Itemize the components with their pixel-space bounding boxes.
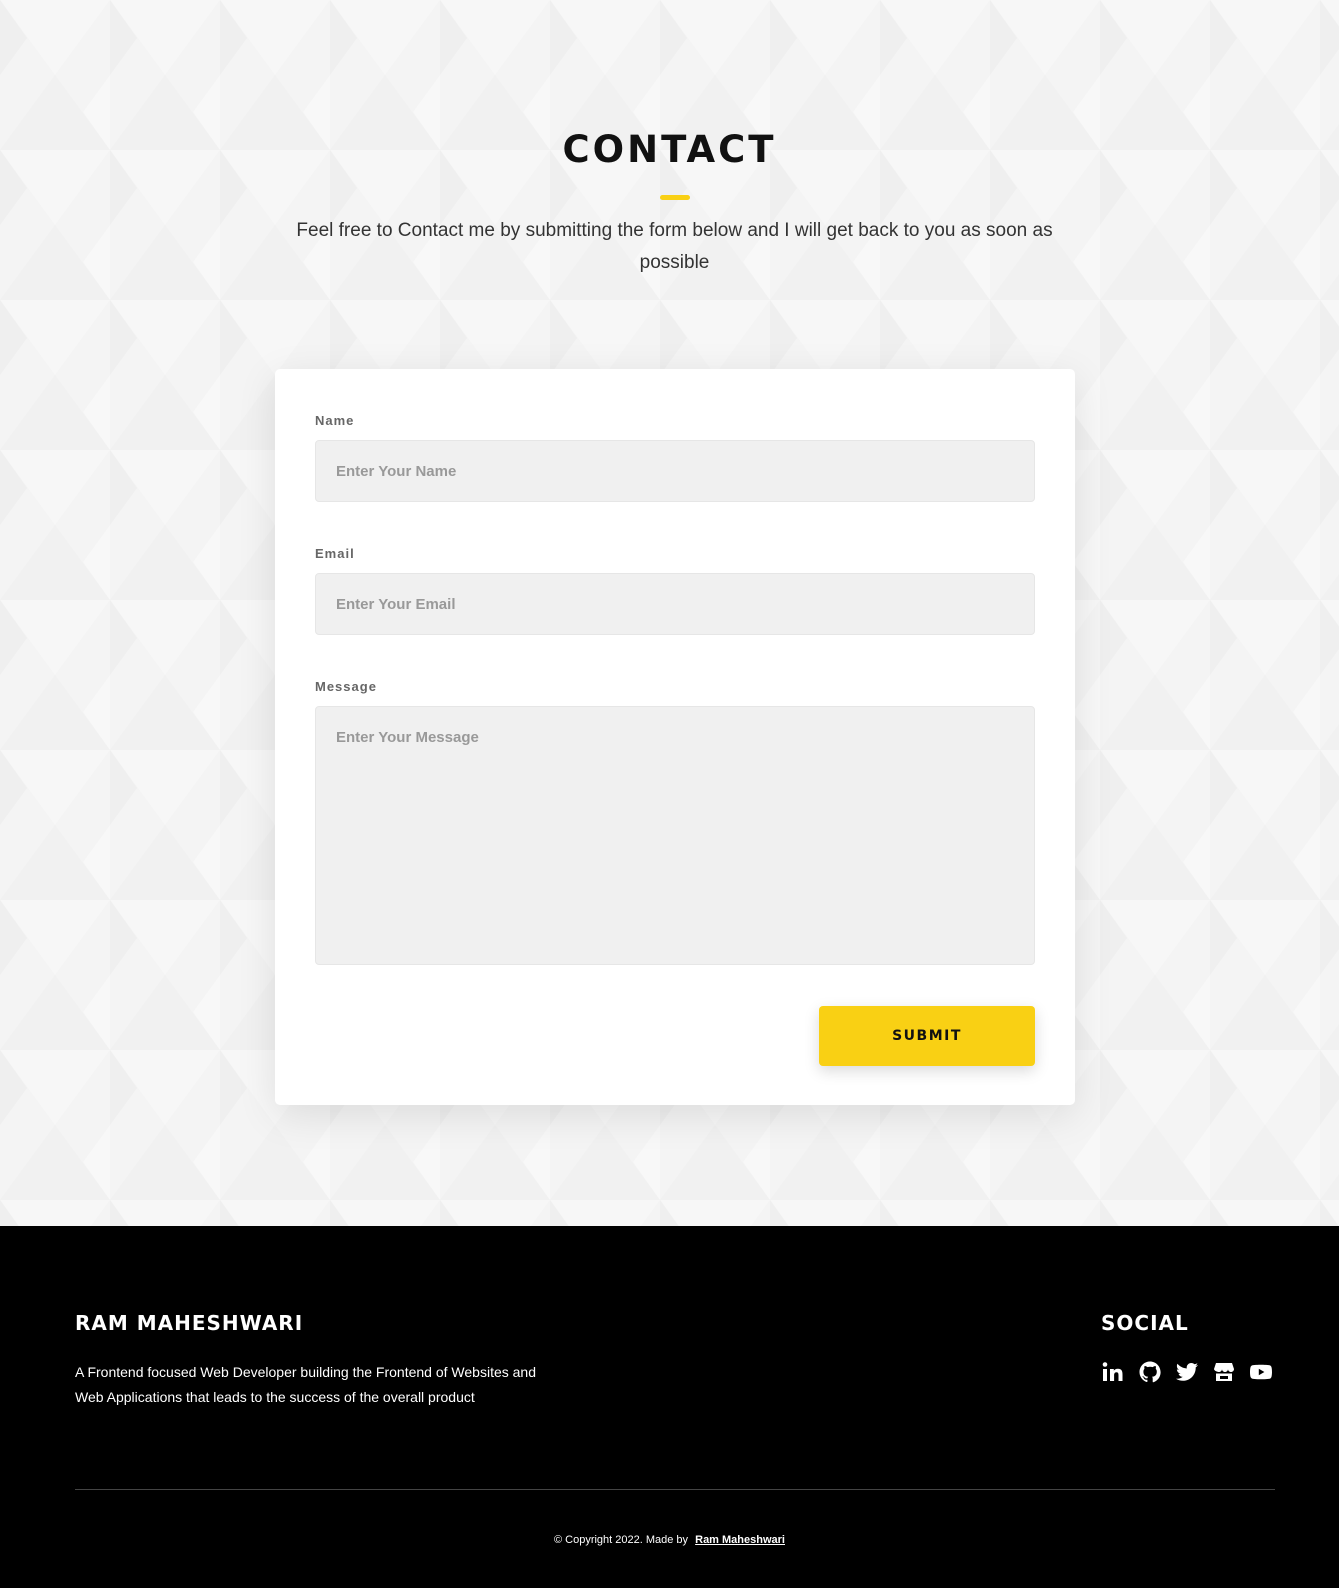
linkedin-icon[interactable] [1101,1360,1125,1384]
footer-name: RAM MAHESHWARI [75,1311,304,1335]
contact-form: Name Email Message SUBMIT [275,369,1075,1105]
message-label: Message [315,679,377,694]
title-underline [660,195,690,200]
submit-button[interactable]: SUBMIT [819,1006,1035,1066]
name-label: Name [315,413,355,428]
footer: RAM MAHESHWARI A Frontend focused Web De… [0,1226,1339,1588]
section-title: CONTACT [562,128,777,171]
footer-description: A Frontend focused Web Developer buildin… [75,1364,536,1405]
contact-section: CONTACT Feel free to Contact me by submi… [0,0,1339,1226]
email-input[interactable] [315,573,1035,635]
twitter-icon[interactable] [1175,1360,1199,1384]
name-input[interactable] [315,440,1035,502]
copyright: © Copyright 2022. Made by Ram Maheshwari [0,1534,1339,1546]
message-textarea[interactable] [315,706,1035,965]
copyright-text: © Copyright 2022. Made by [553,1534,689,1546]
section-subtitle: Feel free to Contact me by submitting th… [296,220,1053,273]
footer-divider [75,1489,1275,1490]
copyright-author-link[interactable]: Ram Maheshwari [695,1534,785,1546]
email-label: Email [315,546,355,561]
youtube-icon[interactable] [1249,1360,1273,1384]
social-title: SOCIAL [1101,1311,1189,1335]
social-links [1101,1360,1273,1384]
store-icon[interactable] [1212,1360,1236,1384]
github-icon[interactable] [1138,1360,1162,1384]
